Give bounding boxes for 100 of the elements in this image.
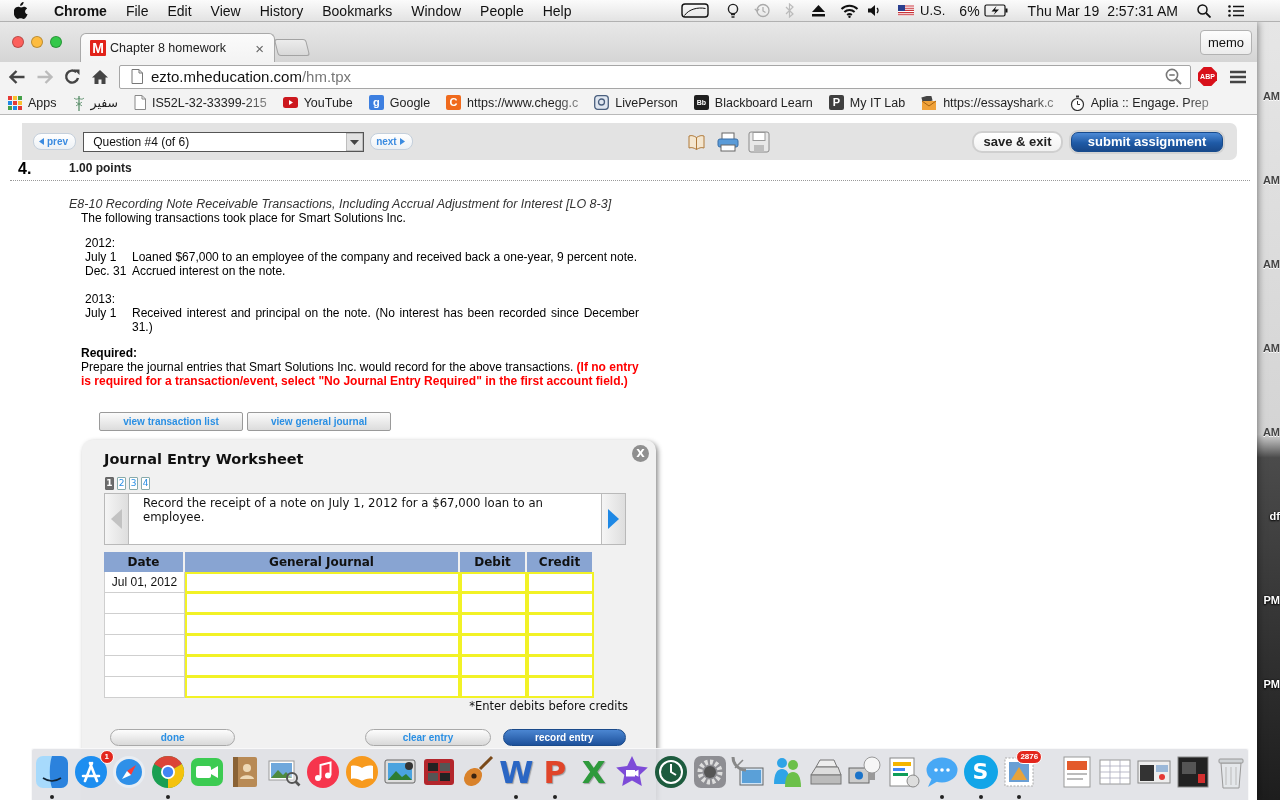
debit-field[interactable] [460, 593, 527, 614]
debit-field[interactable] [460, 677, 527, 698]
menu-item[interactable]: Edit [167, 0, 192, 21]
window-zoom-button[interactable] [50, 36, 62, 48]
desktop-icon-label[interactable]: AM [1262, 173, 1280, 187]
desktop-icon-label[interactable]: AM [1262, 257, 1280, 271]
credit-field[interactable] [527, 635, 594, 656]
bookmark-link[interactable]: IS52L-32-33399-215 [133, 95, 267, 110]
desktop-icon-label[interactable]: PM [1263, 593, 1280, 607]
account-field[interactable] [185, 677, 460, 698]
memo-button[interactable]: memo [1199, 29, 1252, 55]
instruction-text: Record the receipt of a note on July 1, 2012 for a $67,000 loan to an employee. [142, 495, 544, 526]
wifi-icon[interactable] [840, 3, 860, 18]
input-source-label[interactable]: U.S. [920, 0, 946, 21]
bookmark-link[interactable]: Aplia :: Engage. Prep [1069, 94, 1209, 111]
desktop-icon-label[interactable]: AM [1262, 425, 1280, 439]
menu-item[interactable]: Help [542, 0, 572, 21]
desktop-icon-label[interactable]: AM [1262, 341, 1280, 355]
bookmark-link[interactable]: https://essayshark.c [921, 95, 1054, 110]
page-tab[interactable]: 3 [129, 477, 138, 490]
desktop-icon-label[interactable]: PM [1263, 677, 1280, 691]
account-field[interactable] [185, 614, 460, 635]
menu-item[interactable]: View [210, 0, 241, 21]
save-exit-button[interactable]: save & exit [972, 130, 1063, 153]
display-icon[interactable] [681, 3, 710, 18]
account-field[interactable] [185, 656, 460, 677]
zoom-out-icon[interactable] [1165, 68, 1182, 85]
credit-field[interactable] [527, 677, 594, 698]
dark-image-icon[interactable] [1174, 754, 1211, 790]
compass-icon[interactable] [111, 754, 148, 790]
close-tab-button[interactable]: × [255, 40, 264, 56]
bookmark-link[interactable]: LivePerson [594, 95, 678, 110]
history-clock-icon[interactable] [754, 3, 771, 18]
bookmark-link[interactable]: سفير [72, 94, 118, 111]
letter-logo[interactable]: W [498, 754, 535, 790]
split-square-icon[interactable] [34, 754, 70, 790]
settings-icon[interactable] [691, 754, 728, 790]
eject-icon[interactable] [812, 4, 826, 17]
apple-logo-icon[interactable] [14, 2, 28, 19]
debit-field[interactable] [460, 614, 527, 635]
browser-tab[interactable]: M Chapter 8 homework × [80, 33, 275, 62]
menu-item[interactable]: File [125, 0, 149, 21]
credit-field[interactable] [527, 614, 594, 635]
new-tab-button[interactable] [273, 39, 311, 56]
account-field[interactable] [185, 593, 460, 614]
dropdown-arrow-icon [346, 132, 364, 151]
address-field[interactable]: ezto.mheducation.com/hm.tpx [119, 64, 1191, 89]
credit-field[interactable] [527, 656, 594, 677]
account-field[interactable] [185, 572, 460, 593]
clock-icon[interactable] [653, 754, 689, 790]
bookmark-link[interactable]: Apps [8, 95, 57, 110]
letter-logo: g [368, 95, 384, 110]
clock-date[interactable]: Thu Mar 19 [1027, 0, 1100, 21]
bookmark-link[interactable]: P My IT Lab [828, 95, 906, 110]
question-select[interactable]: Question #4 (of 6) [83, 131, 365, 152]
debit-field[interactable] [460, 635, 527, 656]
clock-time[interactable]: 2:57:31 AM [1107, 0, 1178, 21]
notification-list-icon[interactable] [1228, 4, 1244, 17]
desktop-icon-label[interactable]: AM [1262, 89, 1280, 103]
framed-icon [594, 95, 610, 110]
bookmark-link[interactable]: YouTube [282, 95, 353, 110]
apps-grid-icon [8, 95, 22, 110]
account-field[interactable] [185, 635, 460, 656]
reload-icon[interactable] [64, 68, 81, 85]
letter-logo: C [446, 95, 462, 110]
submit-assignment-button[interactable]: submit assignment [1071, 131, 1223, 152]
app-menu[interactable]: Chrome [54, 0, 107, 21]
pencil-circle-icon[interactable] [72, 754, 109, 790]
menu-item[interactable]: History [259, 0, 304, 21]
next-arrow-button[interactable] [601, 494, 625, 544]
debit-field[interactable] [460, 656, 527, 677]
battery-charging-icon[interactable] [983, 4, 1008, 17]
menu-item[interactable]: People [480, 0, 524, 21]
book-icon[interactable] [687, 133, 705, 150]
flag-icon[interactable] [898, 5, 915, 16]
colored-ring-icon[interactable] [150, 754, 187, 790]
search-icon[interactable] [1197, 3, 1211, 18]
music-note-icon[interactable] [304, 754, 341, 790]
record-entry-button[interactable]: record entry [502, 729, 626, 746]
printer-icon[interactable] [716, 131, 739, 152]
page-tab[interactable]: 2 [117, 477, 126, 490]
credit-field[interactable] [527, 572, 594, 593]
bookmark-link[interactable]: g Google [368, 95, 431, 110]
menu-item[interactable]: Bookmarks [322, 0, 393, 21]
lightbulb-icon[interactable] [727, 3, 740, 18]
bookmark-link[interactable]: C https://www.chegg.c [446, 95, 579, 110]
bluetooth-icon[interactable] [785, 3, 795, 18]
menu-item[interactable]: Window [411, 0, 462, 21]
speaker-icon[interactable] [868, 4, 882, 17]
menu-icon[interactable] [1230, 69, 1246, 84]
back-arrow-icon[interactable] [8, 68, 26, 85]
desktop-icon-label[interactable]: df [1269, 509, 1280, 523]
page-tab[interactable]: 4 [141, 477, 150, 490]
window-close-button[interactable] [12, 36, 24, 48]
year-label: 2012: [85, 236, 117, 250]
window-minimize-button[interactable] [31, 36, 43, 48]
credit-field[interactable] [527, 593, 594, 614]
page-tab[interactable]: 1 [105, 477, 114, 490]
home-icon[interactable] [91, 68, 109, 85]
debit-field[interactable] [460, 572, 527, 593]
